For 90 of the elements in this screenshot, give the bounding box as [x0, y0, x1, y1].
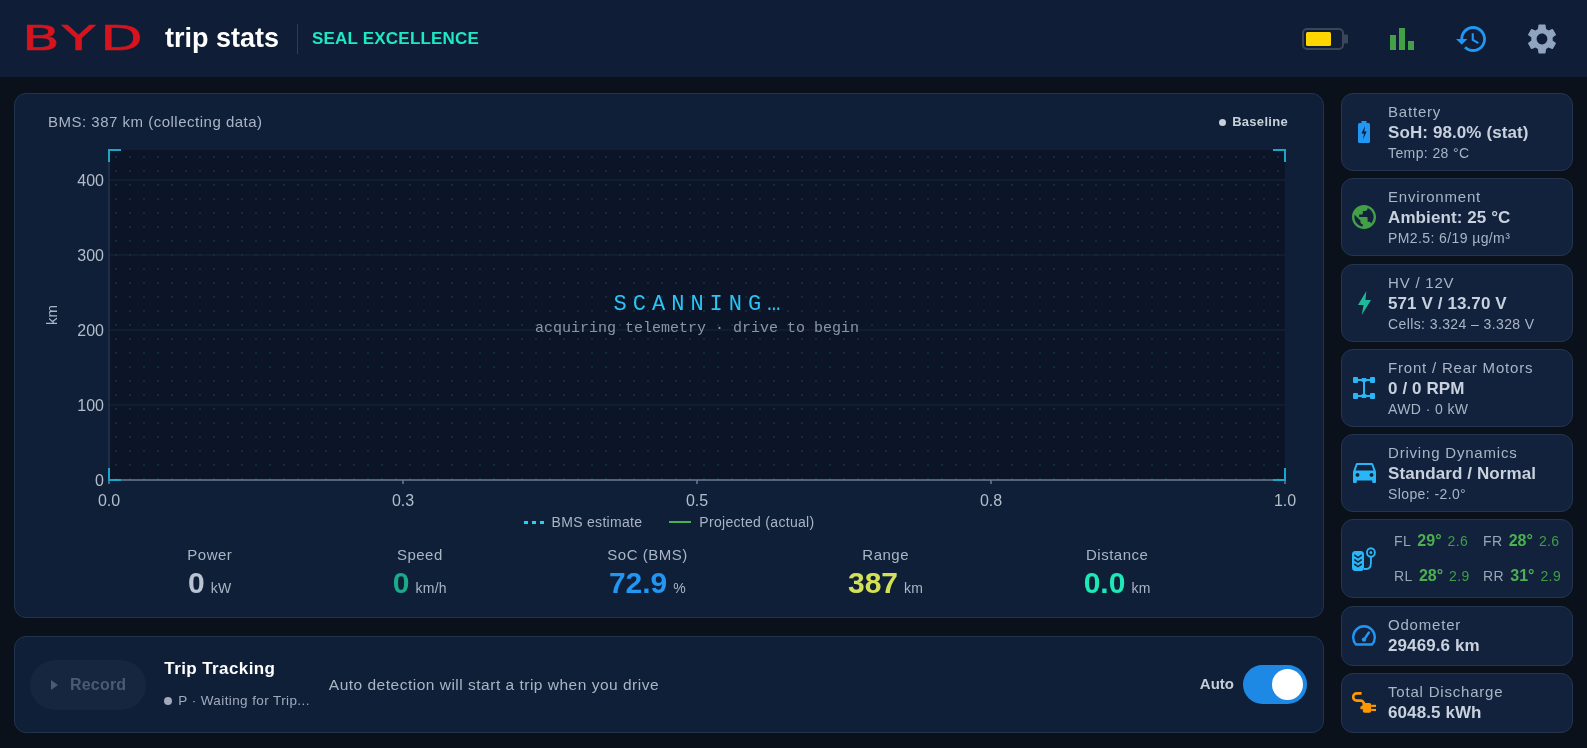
card-value: Standard / Normal	[1388, 463, 1537, 486]
stat-value: 387	[848, 565, 899, 601]
stat-value: 0.0	[1083, 565, 1126, 601]
axis-tick-label: 0.3	[391, 492, 415, 509]
tire-position: RR	[1483, 567, 1505, 587]
card-value: 571 V / 13.70 V	[1388, 292, 1508, 315]
legend-label: BMS estimate	[551, 514, 643, 530]
scanning-title: SCANNING…	[613, 292, 787, 317]
axis-tick-label: 100	[77, 396, 104, 414]
stat-unit: km	[1131, 579, 1151, 598]
card-label: Odometer	[1388, 614, 1463, 635]
section-title: Trip Tracking	[164, 658, 277, 680]
card-detail: Slope: -2.0°	[1388, 485, 1468, 504]
card-value: 0 / 0 RPM	[1388, 377, 1466, 400]
card-value: 29469.6 km	[1388, 634, 1480, 657]
stat-value: 72.9	[608, 565, 668, 601]
stat-value: 0	[188, 565, 205, 601]
play-icon	[51, 679, 58, 690]
tire-position: FL	[1394, 532, 1412, 552]
drivetrain-icon	[1353, 376, 1375, 399]
brand-logo: BYD	[22, 20, 148, 55]
card-value: 6048.5 kWh	[1388, 701, 1483, 724]
axis-tick-label: 200	[77, 321, 104, 339]
stat-label: Distance	[1085, 546, 1149, 564]
battery-icon	[1358, 121, 1370, 143]
axis-tick-label: 400	[77, 171, 104, 189]
card-label: Front / Rear Motors	[1388, 357, 1534, 378]
tire-position: FR	[1483, 532, 1503, 552]
card-detail: Temp: 28 °C	[1388, 144, 1471, 162]
axis-tick-label: 300	[77, 246, 104, 264]
card-detail: AWD · 0 kW	[1388, 399, 1470, 418]
trip-status: P · Waiting for Trip...	[178, 692, 310, 710]
bar-chart-icon[interactable]	[1390, 27, 1414, 50]
app-title: trip stats	[165, 22, 280, 55]
card-label: Driving Dynamics	[1388, 443, 1519, 464]
stat-label: Range	[862, 546, 909, 564]
dot-icon	[1219, 118, 1227, 126]
lightning-bolt-icon	[1357, 290, 1371, 315]
card-detail: PM2.5: 6/19 µg/m³	[1388, 229, 1511, 248]
tire-temperature: 28°	[1508, 531, 1533, 552]
stat-unit: km/h	[415, 579, 447, 598]
card-value: Ambient: 25 °C	[1388, 207, 1511, 230]
corner-bracket-icon	[1272, 149, 1286, 163]
tire-temperature: 28°	[1418, 566, 1444, 587]
chart-title: BMS: 387 km (collecting data)	[48, 112, 263, 132]
auto-toggle[interactable]	[1243, 665, 1307, 704]
axis-title: km	[43, 305, 60, 325]
status-dot-icon	[164, 697, 173, 705]
tire-pressure: 2.9	[1540, 567, 1562, 587]
baseline-toggle[interactable]: Baseline	[1219, 111, 1288, 133]
axis-tick-label: 0.5	[685, 492, 709, 509]
toggle-label: Auto	[1199, 674, 1234, 695]
card-label: HV / 12V	[1388, 272, 1456, 293]
settings-icon[interactable]	[1528, 23, 1556, 54]
tire-temperature: 31°	[1510, 566, 1535, 587]
corner-bracket-icon	[1272, 467, 1286, 481]
stat-value: 0	[392, 565, 410, 601]
axis-tick-label: 0.0	[97, 492, 121, 509]
tire-temperature: 29°	[1417, 531, 1442, 552]
card-detail: Cells: 3.324 – 3.328 V	[1388, 314, 1535, 333]
axis-tick-label: 0.8	[979, 492, 1003, 509]
stat-unit: kW	[210, 579, 232, 598]
axis-tick-label: 0	[95, 471, 104, 489]
battery-icon[interactable]	[1302, 27, 1348, 50]
tire-pressure-icon	[1352, 546, 1376, 571]
stat-label: Power	[187, 546, 233, 564]
scanning-subtitle: acquiring telemetry · drive to begin	[534, 320, 860, 337]
tire-pressure: 2.6	[1447, 532, 1469, 552]
card-value: SoH: 98.0% (stat)	[1388, 122, 1529, 144]
plug-icon	[1352, 692, 1376, 714]
corner-bracket-icon	[108, 149, 122, 163]
history-icon[interactable]	[1456, 25, 1486, 52]
stat-label: SoC (BMS)	[607, 546, 688, 564]
corner-bracket-icon	[108, 467, 122, 481]
stat-unit: %	[673, 579, 687, 598]
globe-icon	[1352, 205, 1376, 230]
tire-pressure: 2.6	[1538, 532, 1560, 552]
card-label: Battery	[1388, 102, 1443, 122]
stat-unit: km	[904, 579, 924, 598]
speedometer-icon	[1352, 625, 1376, 647]
car-icon	[1352, 463, 1376, 484]
tire-pressure: 2.9	[1449, 567, 1470, 587]
card-label: Environment	[1388, 187, 1482, 208]
card-label: Total Discharge	[1388, 681, 1504, 702]
axis-tick-label: 1.0	[1273, 492, 1297, 509]
tire-position: RL	[1394, 567, 1413, 587]
info-message: Auto detection will start a trip when you drive	[328, 674, 660, 695]
model-name: SEAL EXCELLENCE	[312, 27, 480, 50]
stat-label: Speed	[396, 546, 443, 564]
legend-label: Projected (actual)	[699, 514, 815, 530]
